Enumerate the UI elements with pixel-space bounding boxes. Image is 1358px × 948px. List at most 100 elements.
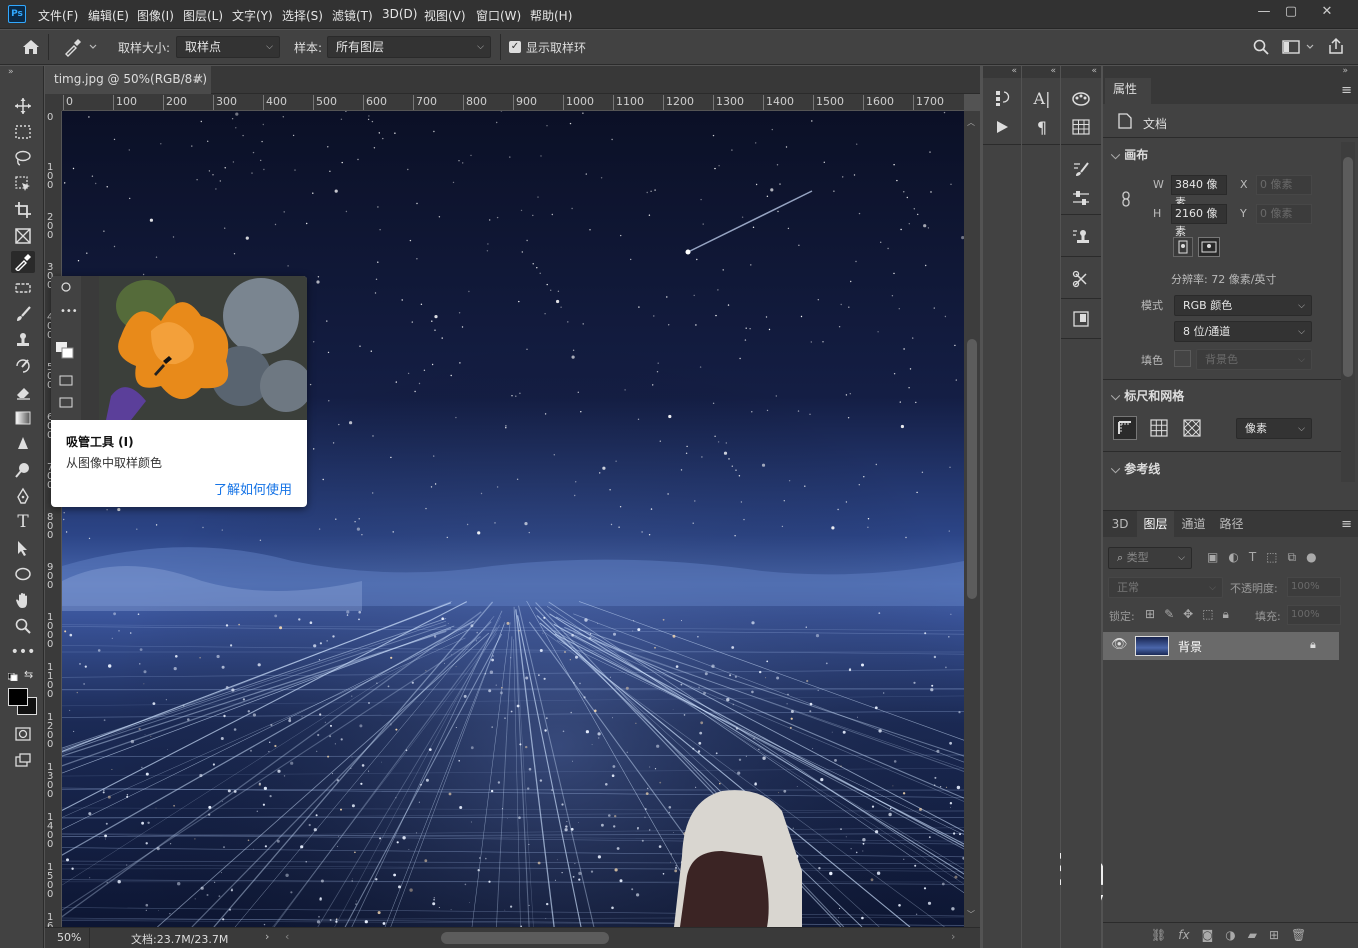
object-select-tool-icon[interactable] <box>11 173 35 195</box>
landscape-orientation-icon[interactable] <box>1198 237 1220 257</box>
layer-filter-select[interactable]: ⌕ 类型 ⌵ <box>1108 547 1192 569</box>
eyedropper-tool-icon[interactable] <box>11 251 35 273</box>
type-tool-icon[interactable]: T <box>11 511 35 533</box>
search-icon[interactable] <box>1252 38 1270 59</box>
show-ring-checkbox[interactable]: ✓ <box>509 41 521 53</box>
smart-object-filter-icon[interactable]: ⧉ <box>1288 550 1297 565</box>
guides-section-header[interactable]: ⌵ 参考线 <box>1111 460 1160 477</box>
shape-filter-icon[interactable]: ⬚ <box>1266 550 1277 565</box>
menu-item[interactable]: 选择(S) <box>282 7 323 24</box>
scroll-down-icon[interactable]: ﹀ <box>967 909 975 920</box>
collapse-icon[interactable]: « <box>983 66 1021 78</box>
dodge-tool-icon[interactable] <box>11 459 35 481</box>
link-icon[interactable] <box>1120 191 1132 207</box>
vertical-scrollbar[interactable]: ︿ ﹀ <box>964 111 980 927</box>
tab-0[interactable]: 3D <box>1105 511 1135 538</box>
status-menu-chevron-icon[interactable]: › <box>265 930 269 943</box>
bit-depth-select[interactable]: 8 位/通道 ⌵ <box>1174 321 1312 342</box>
default-colors-icon[interactable] <box>7 670 18 682</box>
y-field[interactable]: 0 像素 <box>1256 204 1312 224</box>
menu-item[interactable]: 窗口(W) <box>476 7 521 24</box>
history-brush-tool-icon[interactable] <box>11 355 35 377</box>
menu-item[interactable]: 视图(V) <box>424 7 466 24</box>
tab-properties[interactable]: 属性 <box>1105 78 1151 104</box>
fx-icon[interactable]: fx <box>1178 928 1189 942</box>
clone-stamp-tool-icon[interactable] <box>11 329 35 351</box>
collapse-chevron-icon[interactable]: » <box>8 67 14 77</box>
zoom-level[interactable]: 50% <box>57 931 81 944</box>
swap-colors-icon[interactable]: ⇆ <box>24 668 33 681</box>
home-icon[interactable] <box>20 36 42 61</box>
lock-image-icon[interactable]: ✎ <box>1164 607 1174 622</box>
delete-layer-icon[interactable]: 🗑︎ <box>1291 928 1306 942</box>
move-tool-icon[interactable] <box>11 95 35 117</box>
actions-play-icon[interactable] <box>991 116 1013 138</box>
sample-size-select[interactable]: 取样点 ⌵ <box>176 36 280 58</box>
more-tools-icon[interactable]: ••• <box>11 641 36 663</box>
layer-comps-panel-icon[interactable] <box>1070 308 1092 330</box>
lock-artboard-icon[interactable]: ⬚ <box>1202 607 1213 622</box>
x-field[interactable]: 0 像素 <box>1256 175 1312 195</box>
sample-select[interactable]: 所有图层 ⌵ <box>327 36 491 58</box>
tab-2[interactable]: 通道 <box>1176 511 1211 538</box>
menu-item[interactable]: 文件(F) <box>38 7 78 24</box>
brushes-panel-icon[interactable] <box>1070 158 1092 180</box>
character-panel-icon[interactable]: A| <box>1031 87 1053 109</box>
menu-item[interactable]: 帮助(H) <box>530 7 572 24</box>
lasso-tool-icon[interactable] <box>11 147 35 169</box>
spot-healing-tool-icon[interactable] <box>11 277 35 299</box>
quick-mask-icon[interactable] <box>11 723 35 745</box>
scroll-left-icon[interactable]: ‹ <box>285 930 289 943</box>
canvas-section-header[interactable]: ⌵ 画布 <box>1111 146 1148 163</box>
rulers-section-header[interactable]: ⌵ 标尺和网格 <box>1111 387 1184 404</box>
gradient-tool-icon[interactable] <box>11 407 35 429</box>
grid-toggle-icon[interactable] <box>1149 418 1169 441</box>
paragraph-panel-icon[interactable]: ¶ <box>1031 116 1053 138</box>
panel-menu-icon[interactable]: ≡ <box>1341 83 1352 98</box>
new-group-icon[interactable]: ▰ <box>1248 928 1257 942</box>
color-panel-icon[interactable] <box>1070 88 1092 110</box>
menu-item[interactable]: 3D(D) <box>382 7 417 21</box>
scroll-up-icon[interactable]: ︿ <box>967 117 975 128</box>
close-button[interactable]: ✕ <box>1312 2 1342 22</box>
lock-position-icon[interactable]: ✥ <box>1183 607 1193 622</box>
menu-item[interactable]: 文字(Y) <box>232 7 273 24</box>
add-mask-icon[interactable]: ◙ <box>1202 928 1214 942</box>
blur-tool-icon[interactable] <box>11 433 35 455</box>
visibility-eye-icon[interactable]: 👁︎ <box>1111 637 1128 652</box>
path-selection-tool-icon[interactable] <box>11 537 35 559</box>
brush-tool-icon[interactable] <box>11 303 35 325</box>
portrait-orientation-icon[interactable] <box>1173 237 1193 257</box>
swatches-panel-icon[interactable] <box>1070 116 1092 138</box>
minimize-button[interactable]: — <box>1249 2 1279 22</box>
fill-field[interactable]: 100% <box>1287 605 1341 625</box>
zoom-tool-icon[interactable] <box>11 615 35 637</box>
marquee-tool-icon[interactable] <box>11 121 35 143</box>
menu-item[interactable]: 编辑(E) <box>88 7 129 24</box>
scroll-thumb[interactable] <box>1343 157 1353 377</box>
panel-menu-icon[interactable]: ≡ <box>1341 517 1352 532</box>
filter-toggle-icon[interactable]: ● <box>1306 550 1316 565</box>
document-tab[interactable]: timg.jpg @ 50%(RGB/8#) × <box>45 66 211 94</box>
pen-tool-icon[interactable] <box>11 485 35 507</box>
height-field[interactable]: 2160 像素 <box>1171 204 1227 238</box>
pixel-filter-icon[interactable]: ▣ <box>1207 550 1218 565</box>
hand-tool-icon[interactable] <box>11 589 35 611</box>
collapse-icon[interactable]: « <box>1061 66 1101 78</box>
pixel-grid-toggle-icon[interactable] <box>1182 418 1202 441</box>
new-layer-icon[interactable]: ⊞ <box>1269 928 1279 942</box>
menu-item[interactable]: 滤镜(T) <box>332 7 373 24</box>
collapse-icon[interactable]: « <box>1022 66 1060 78</box>
tab-close-icon[interactable]: × <box>194 66 204 92</box>
tab-3[interactable]: 路径 <box>1213 511 1250 538</box>
fill-color-swatch[interactable] <box>1174 350 1191 367</box>
document-canvas[interactable] <box>62 111 964 927</box>
collapse-icon[interactable]: » <box>1103 66 1358 78</box>
opacity-field[interactable]: 100% <box>1287 577 1341 597</box>
share-icon[interactable] <box>1327 37 1345 58</box>
lock-transparent-icon[interactable]: ⊞ <box>1145 607 1155 622</box>
horizontal-scroll-thumb[interactable] <box>441 932 609 944</box>
adjustments-panel-icon[interactable] <box>1070 187 1092 209</box>
layer-row[interactable]: 👁︎ 背景 🔒︎ <box>1103 632 1339 660</box>
ellipse-tool-icon[interactable] <box>11 563 35 585</box>
